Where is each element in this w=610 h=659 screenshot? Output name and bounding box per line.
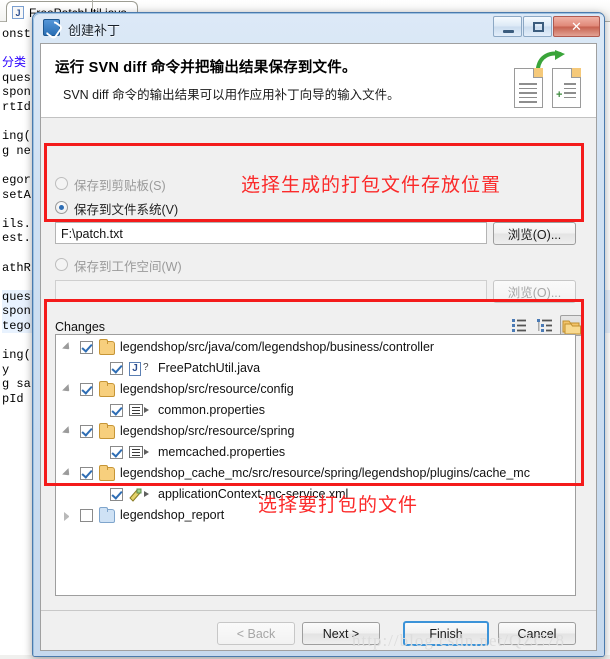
tree-row[interactable]: legendshop/src/java/com/legendshop/busin… (56, 338, 575, 358)
tree-row-label: legendshop_cache_mc/src/resource/spring/… (120, 466, 530, 480)
expand-arrow-down-icon[interactable] (62, 384, 75, 397)
folder-open-icon (99, 381, 115, 397)
expand-arrow-right-icon[interactable] (64, 512, 73, 521)
outgoing-change-marker-icon (144, 449, 149, 455)
page-fold (571, 68, 581, 78)
maximize-icon (533, 22, 544, 32)
text-lines (519, 83, 537, 106)
radio-save-to-filesystem[interactable] (55, 201, 68, 214)
dialog-client-area: 运行 SVN diff 命令并把输出结果保存到文件。 SVN diff 命令的输… (40, 43, 597, 651)
back-button[interactable]: < Back (217, 622, 295, 645)
tree-checkbox[interactable] (80, 509, 93, 522)
create-patch-dialog: 创建补丁 ✕ 运行 SVN diff 命令并把输出结果保存到文件。 SVN di… (32, 12, 605, 657)
tree-checkbox[interactable] (110, 488, 123, 501)
java-file-icon: J (129, 362, 141, 376)
xml-file-icon (129, 488, 145, 502)
tree-row-label: legendshop/src/java/com/legendshop/busin… (120, 340, 435, 354)
text-lines (564, 83, 576, 101)
folder-closed-icon (99, 507, 115, 523)
close-button[interactable]: ✕ (553, 16, 600, 37)
browse-file-button[interactable]: 浏览(O)... (493, 222, 576, 245)
wizard-banner: 运行 SVN diff 命令并把输出结果保存到文件。 SVN diff 命令的输… (41, 44, 596, 118)
patch-file-path-input[interactable]: F:\patch.txt (55, 222, 487, 244)
maximize-button[interactable] (523, 16, 552, 37)
flat-layout-icon[interactable] (509, 316, 529, 335)
tree-row[interactable]: legendshop_cache_mc/src/resource/spring/… (56, 464, 575, 484)
folder-open-icon (99, 423, 115, 439)
changes-group-label: Changes (55, 320, 106, 334)
wizard-title: 运行 SVN diff 命令并把输出结果保存到文件。 (55, 60, 357, 76)
tree-checkbox[interactable] (80, 425, 93, 438)
tree-layout-icon[interactable] (535, 316, 555, 335)
minimize-button[interactable] (493, 16, 522, 37)
subversion-icon (43, 19, 60, 36)
tree-row-label: legendshop/src/resource/spring (120, 424, 295, 438)
footer-divider (41, 610, 596, 611)
tree-row-label: legendshop_report (120, 508, 225, 522)
unversioned-marker-icon: ? (143, 362, 149, 373)
expand-arrow-down-icon[interactable] (62, 468, 75, 481)
properties-file-icon (129, 404, 143, 416)
tree-row-label: memcached.properties (158, 445, 286, 459)
patch-file-icon: + (552, 68, 581, 108)
tree-row[interactable]: legendshop/src/resource/spring (56, 422, 575, 442)
plus-icon: + (556, 89, 563, 101)
page-fold (533, 68, 543, 78)
changes-tree[interactable]: legendshop/src/java/com/legendshop/busin… (56, 335, 575, 595)
browse-workspace-button[interactable]: 浏览(O)... (493, 280, 576, 303)
tree-checkbox[interactable] (110, 362, 123, 375)
workspace-path-input[interactable] (55, 280, 487, 302)
tree-checkbox[interactable] (80, 341, 93, 354)
diff-to-file-icon: + (512, 50, 586, 114)
radio-save-to-clipboard[interactable] (55, 177, 68, 190)
tree-checkbox[interactable] (80, 467, 93, 480)
compressed-folders-icon[interactable] (560, 315, 582, 336)
tree-row-label: FreePatchUtil.java (158, 361, 261, 375)
outgoing-change-marker-icon (144, 407, 149, 413)
label-save-to-filesystem: 保存到文件系统(V) (74, 203, 179, 217)
folder-open-icon (99, 339, 115, 355)
tree-row-label: legendshop/src/resource/config (120, 382, 294, 396)
changes-tree-panel[interactable]: legendshop/src/java/com/legendshop/busin… (55, 334, 576, 596)
annotation-text-path: 选择生成的打包文件存放位置 (241, 175, 502, 196)
label-save-to-clipboard: 保存到剪贴板(S) (74, 179, 166, 193)
minimize-icon (503, 30, 514, 33)
green-arrow-icon (536, 50, 565, 70)
properties-file-icon (129, 446, 143, 458)
expand-arrow-down-icon[interactable] (62, 426, 75, 439)
folder-open-icon (99, 465, 115, 481)
dialog-title: 创建补丁 (68, 23, 121, 38)
tree-checkbox[interactable] (80, 383, 93, 396)
close-icon: ✕ (571, 18, 582, 34)
tree-row[interactable]: ? J FreePatchUtil.java (56, 359, 575, 379)
expand-arrow-down-icon[interactable] (62, 342, 75, 355)
label-save-to-workspace: 保存到工作空间(W) (74, 260, 182, 274)
source-file-icon (514, 68, 543, 108)
annotation-text-tree: 选择要打包的文件 (258, 495, 419, 516)
tree-row[interactable]: common.properties (56, 401, 575, 421)
tree-checkbox[interactable] (110, 404, 123, 417)
tree-row-label: common.properties (158, 403, 265, 417)
dialog-title-bar[interactable]: 创建补丁 ✕ (33, 13, 604, 43)
tree-row[interactable]: memcached.properties (56, 443, 575, 463)
radio-save-to-workspace[interactable] (55, 258, 68, 271)
window-controls: ✕ (492, 16, 600, 38)
watermark: http://blog.csdn.net/QZC78 (352, 631, 565, 650)
java-file-icon: J (12, 6, 24, 19)
tree-checkbox[interactable] (110, 446, 123, 459)
wizard-subtitle: SVN diff 命令的输出结果可以用作应用补丁向导的输入文件。 (63, 88, 400, 102)
tree-row[interactable]: legendshop/src/resource/config (56, 380, 575, 400)
